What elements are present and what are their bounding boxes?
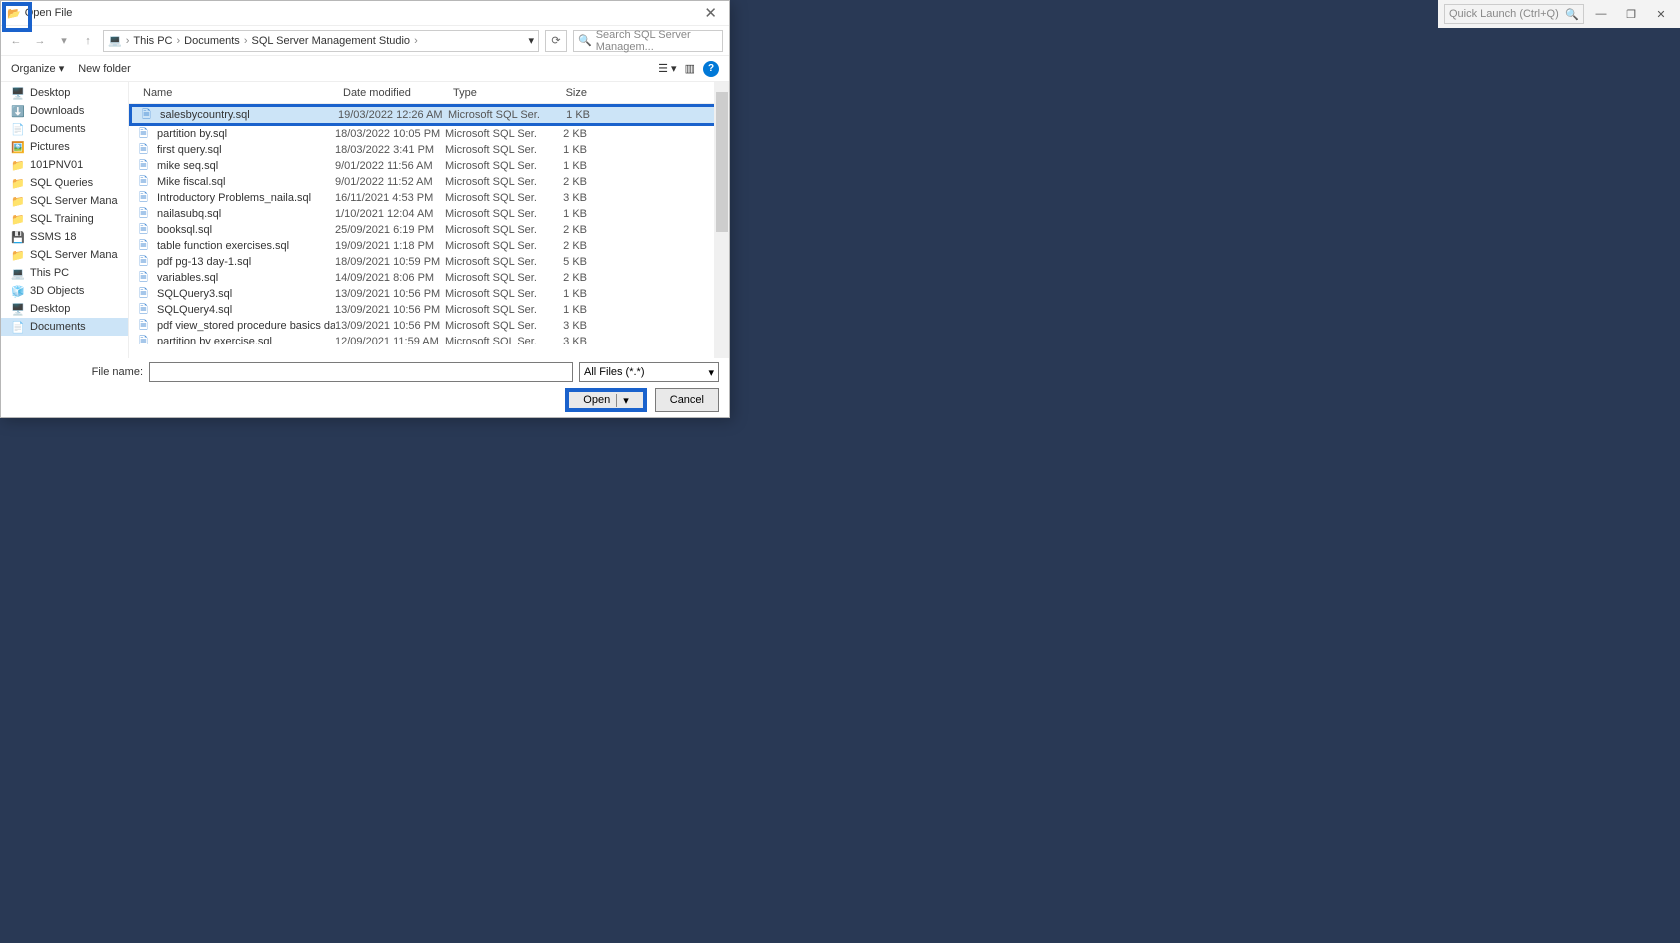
- sidebar-item[interactable]: 🖼️ Pictures: [1, 138, 128, 156]
- sidebar-item-label: SQL Training: [30, 213, 94, 225]
- folder-icon: 📁: [11, 176, 25, 190]
- folder-icon: 📄: [11, 320, 25, 334]
- sidebar-item-label: SQL Server Mana: [30, 249, 118, 261]
- search-input[interactable]: 🔍 Search SQL Server Managem...: [573, 30, 723, 52]
- file-row[interactable]: 🗎partition by exercise.sql12/09/2021 11:…: [129, 334, 729, 344]
- sidebar-item[interactable]: 💻 This PC: [1, 264, 128, 282]
- search-placeholder: Search SQL Server Managem...: [596, 29, 718, 53]
- sidebar-item-label: Documents: [30, 123, 86, 135]
- annotation-box-corner: [2, 2, 32, 32]
- sidebar-item[interactable]: 📁 SQL Queries: [1, 174, 128, 192]
- folder-icon: 🖥️: [11, 86, 25, 100]
- chevron-down-icon[interactable]: ▾: [528, 34, 534, 47]
- preview-button[interactable]: ▥: [685, 62, 695, 75]
- app-titlebar: Quick Launch (Ctrl+Q) 🔍 — ❐ ✕: [1438, 0, 1680, 28]
- quick-launch-placeholder: Quick Launch (Ctrl+Q): [1449, 8, 1559, 20]
- filename-label: File name:: [11, 366, 143, 378]
- open-file-dialog: 📂 Open File ✕ ← → ▾ ↑ 💻› This PC› Docume…: [0, 0, 730, 418]
- sidebar-item[interactable]: 📄 Documents: [1, 318, 128, 336]
- dialog-footer: File name: All Files (*.*) ▾ Open ▾ Canc…: [1, 358, 729, 418]
- file-icon: 🗎: [139, 333, 153, 345]
- col-name[interactable]: Name: [139, 85, 339, 101]
- folder-icon: 📁: [11, 158, 25, 172]
- filetype-value: All Files (*.*): [584, 366, 645, 378]
- sidebar-item-label: Documents: [30, 321, 86, 333]
- crumb-documents[interactable]: Documents: [184, 35, 240, 47]
- sidebar-item[interactable]: 💾 SSMS 18: [1, 228, 128, 246]
- filename-input[interactable]: [149, 362, 573, 382]
- col-date[interactable]: Date modified: [339, 85, 449, 101]
- sidebar-item[interactable]: 📁 SQL Training: [1, 210, 128, 228]
- folder-icon: 💻: [11, 266, 25, 280]
- dialog-sidebar[interactable]: 🖥️ Desktop ⬇️ Downloads 📄 Documents 🖼️ Pictures…: [1, 82, 129, 358]
- sidebar-item-label: 101PNV01: [30, 159, 83, 171]
- search-icon: 🔍: [578, 34, 592, 47]
- sidebar-item-label: Pictures: [30, 141, 70, 153]
- folder-icon: 💾: [11, 230, 25, 244]
- folder-icon: ⬇️: [11, 104, 25, 118]
- scrollbar[interactable]: [714, 82, 729, 358]
- file-list[interactable]: Name Date modified Type Size 🗎salesbycou…: [129, 82, 729, 358]
- close-icon[interactable]: ✕: [698, 4, 723, 22]
- pc-icon: 💻: [108, 34, 122, 47]
- restore-button[interactable]: ❐: [1618, 4, 1644, 24]
- chevron-down-icon[interactable]: ▾: [616, 394, 629, 407]
- sidebar-item[interactable]: 🖥️ Desktop: [1, 300, 128, 318]
- sidebar-item[interactable]: 📁 101PNV01: [1, 156, 128, 174]
- sidebar-item-label: This PC: [30, 267, 69, 279]
- sidebar-item[interactable]: ⬇️ Downloads: [1, 102, 128, 120]
- file-list-header[interactable]: Name Date modified Type Size: [129, 82, 729, 104]
- file-icon: 🗎: [142, 106, 156, 125]
- col-type[interactable]: Type: [449, 85, 541, 101]
- dialog-toolbar: Organize ▾ New folder ☰ ▾ ▥ ?: [1, 56, 729, 82]
- close-button[interactable]: ✕: [1648, 4, 1674, 24]
- dialog-titlebar[interactable]: 📂 Open File ✕: [1, 1, 729, 26]
- new-folder-button[interactable]: New folder: [78, 63, 131, 75]
- back-button[interactable]: ←: [7, 35, 25, 47]
- col-size[interactable]: Size: [541, 85, 591, 101]
- sidebar-item-label: SQL Queries: [30, 177, 93, 189]
- sidebar-item[interactable]: 📁 SQL Server Mana: [1, 192, 128, 210]
- folder-icon: 📁: [11, 194, 25, 208]
- forward-button[interactable]: →: [31, 35, 49, 47]
- folder-icon: 🧊: [11, 284, 25, 298]
- quick-launch-input[interactable]: Quick Launch (Ctrl+Q) 🔍: [1444, 4, 1584, 24]
- cancel-label: Cancel: [670, 394, 704, 406]
- chevron-down-icon: ▾: [708, 366, 714, 379]
- filetype-select[interactable]: All Files (*.*) ▾: [579, 362, 719, 382]
- folder-icon: 📁: [11, 248, 25, 262]
- sidebar-item[interactable]: 📄 Documents: [1, 120, 128, 138]
- refresh-button[interactable]: ⟳: [545, 30, 567, 52]
- sidebar-item[interactable]: 🧊 3D Objects: [1, 282, 128, 300]
- sidebar-item-label: SSMS 18: [30, 231, 76, 243]
- minimize-button[interactable]: —: [1588, 4, 1614, 24]
- file-row[interactable]: 🗎salesbycountry.sql19/03/2022 12:26 AMMi…: [129, 104, 729, 126]
- open-label: Open: [583, 394, 610, 406]
- folder-icon: 🖥️: [11, 302, 25, 316]
- search-icon: 🔍: [1565, 8, 1579, 21]
- crumb-thispc[interactable]: This PC: [133, 35, 172, 47]
- sidebar-item-label: Downloads: [30, 105, 84, 117]
- dialog-navbar: ← → ▾ ↑ 💻› This PC› Documents› SQL Serve…: [1, 26, 729, 56]
- up-button[interactable]: ↑: [79, 35, 97, 47]
- sidebar-item-label: 3D Objects: [30, 285, 84, 297]
- folder-icon: 📁: [11, 212, 25, 226]
- sidebar-item-label: SQL Server Mana: [30, 195, 118, 207]
- sidebar-item[interactable]: 📁 SQL Server Mana: [1, 246, 128, 264]
- organize-button[interactable]: Organize ▾: [11, 62, 64, 75]
- cancel-button[interactable]: Cancel: [655, 388, 719, 412]
- chevron-down-icon[interactable]: ▾: [55, 34, 73, 47]
- folder-icon: 🖼️: [11, 140, 25, 154]
- sidebar-item-label: Desktop: [30, 303, 70, 315]
- view-button[interactable]: ☰ ▾: [658, 62, 676, 75]
- sidebar-item[interactable]: 🖥️ Desktop: [1, 84, 128, 102]
- sidebar-item-label: Desktop: [30, 87, 70, 99]
- help-icon[interactable]: ?: [703, 61, 719, 77]
- folder-icon: 📄: [11, 122, 25, 136]
- breadcrumb[interactable]: 💻› This PC› Documents› SQL Server Manage…: [103, 30, 539, 52]
- crumb-folder[interactable]: SQL Server Management Studio: [251, 35, 410, 47]
- open-button[interactable]: Open ▾: [565, 388, 646, 412]
